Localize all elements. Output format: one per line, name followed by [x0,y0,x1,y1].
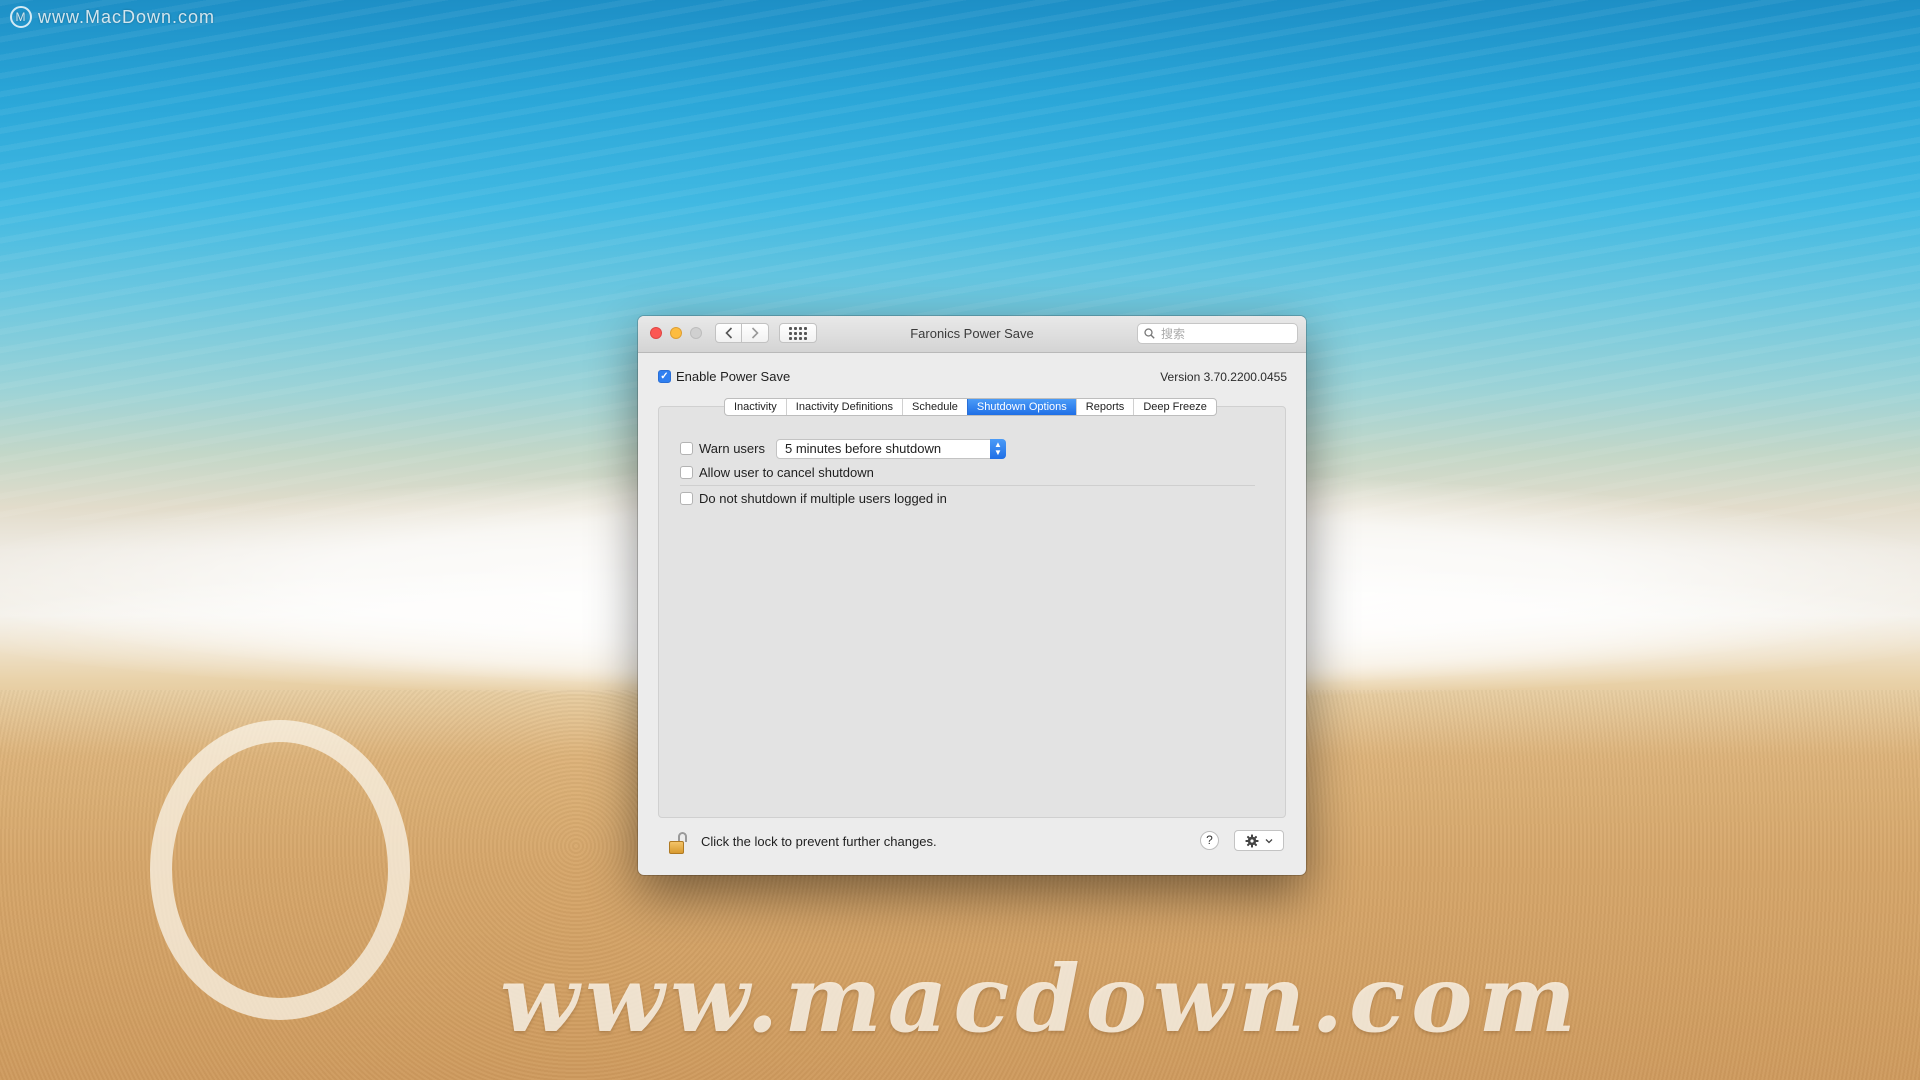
enable-power-save-row[interactable]: ✓ Enable Power Save [658,369,790,384]
allow-cancel-row[interactable]: Allow user to cancel shutdown [680,465,874,480]
show-all-button[interactable] [779,323,817,343]
lock-icon[interactable] [669,832,689,856]
enable-power-save-label: Enable Power Save [676,369,791,384]
watermark-top: M www.MacDown.com [10,6,215,28]
multi-users-label: Do not shutdown if multiple users logged… [699,491,947,506]
minimize-button[interactable] [670,327,682,339]
select-arrows-icon: ▲ ▼ [990,439,1006,459]
zoom-button [690,327,702,339]
tab-schedule[interactable]: Schedule [902,399,967,415]
preferences-window: Faronics Power Save ✓ Enable Power Save … [638,316,1306,875]
sand-logo-art [150,720,410,1020]
search-icon [1144,328,1155,339]
chevron-down-icon [1265,838,1273,843]
tab-shutdown-options[interactable]: Shutdown Options [966,399,1076,415]
warn-users-checkbox[interactable] [680,442,693,455]
enable-power-save-checkbox[interactable]: ✓ [658,370,671,383]
footer-bar: Click the lock to prevent further change… [638,818,1306,875]
help-button[interactable]: ? [1200,831,1219,850]
watermark-logo: M [10,6,32,28]
warn-users-row[interactable]: Warn users [680,441,765,456]
watermark-text: www.MacDown.com [38,6,216,27]
tab-deep-freeze[interactable]: Deep Freeze [1133,399,1216,415]
lock-message: Click the lock to prevent further change… [701,834,937,849]
chevron-right-icon [751,327,759,339]
multi-users-row[interactable]: Do not shutdown if multiple users logged… [680,491,947,506]
sand-watermark-text: www.macdown.com [500,945,1582,1053]
search-input[interactable] [1159,325,1283,342]
window-content: ✓ Enable Power Save Version 3.70.2200.04… [638,353,1306,875]
search-field[interactable] [1137,323,1298,344]
tab-inactivity[interactable]: Inactivity [725,399,786,415]
tab-panel: Warn users 5 minutes before shutdown ▲ ▼ … [658,406,1286,818]
warn-users-label: Warn users [699,441,765,456]
nav-buttons [715,323,769,343]
back-button[interactable] [715,323,742,343]
tab-inactivity-definitions[interactable]: Inactivity Definitions [785,399,902,415]
forward-button[interactable] [742,323,769,343]
version-label: Version 3.70.2200.0455 [1160,370,1287,384]
warn-time-value: 5 minutes before shutdown [785,441,942,456]
gear-icon [1245,834,1259,847]
grid-icon [789,326,807,340]
action-menu-button[interactable] [1234,830,1284,851]
title-bar[interactable]: Faronics Power Save [638,316,1306,353]
chevron-left-icon [724,327,732,339]
allow-cancel-checkbox[interactable] [680,466,693,479]
warn-time-select[interactable]: 5 minutes before shutdown ▲ ▼ [776,439,1006,459]
multi-users-checkbox[interactable] [680,492,693,505]
close-button[interactable] [650,327,662,339]
options-divider [680,485,1255,486]
tab-reports[interactable]: Reports [1075,399,1134,415]
allow-cancel-label: Allow user to cancel shutdown [699,465,874,480]
tab-bar: Inactivity Inactivity Definitions Schedu… [724,398,1217,416]
